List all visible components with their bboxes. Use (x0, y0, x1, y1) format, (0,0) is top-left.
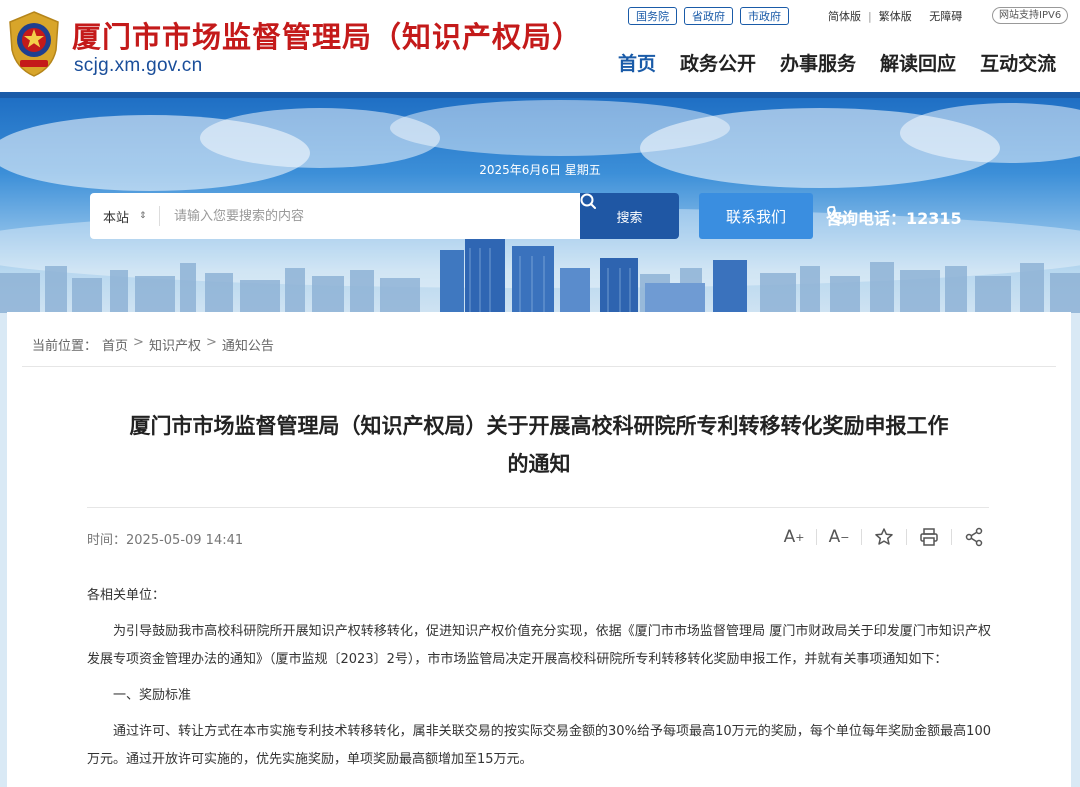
separator (906, 529, 907, 545)
breadcrumb-ip[interactable]: 知识产权 (149, 335, 201, 354)
article-title: 厦门市市场监督管理局（知识产权局）关于开展高校科研院所专利转移转化奖励申报工作 … (77, 407, 1001, 483)
hotline-text: 咨询电话：12315 (826, 209, 962, 228)
section-heading: 一、奖励标准 (113, 688, 192, 703)
government-links: 国务院 省政府 市政府 (628, 7, 789, 25)
article-body: 各相关单位： 为引导鼓励我市高校科研院所开展知识产权转移转化，促进知识产权价值充… (87, 582, 991, 782)
breadcrumb: 当前位置： 首页 > 知识产权 > 通知公告 (32, 335, 274, 354)
search-icon (580, 193, 596, 209)
simplified-link[interactable]: 简体版 (828, 8, 861, 24)
accessibility-link[interactable]: 无障碍 (929, 8, 962, 24)
search-button[interactable]: 搜索 (580, 193, 679, 239)
star-icon[interactable] (871, 525, 897, 549)
toplink-state-council[interactable]: 国务院 (628, 7, 677, 25)
publish-time: 时间：2025-05-09 14:41 (87, 533, 244, 548)
separator (951, 529, 952, 545)
ipv6-badge: 网站支持IPV6 (992, 7, 1069, 24)
language-links: 简体版 | 繁体版 无障碍 (828, 8, 962, 24)
hotline: 咨询电话：12315 (826, 205, 962, 229)
toplink-province[interactable]: 省政府 (684, 7, 733, 25)
article-paragraph: 通过许可、转让方式在本市实施专利技术转移转化，属非关联交易的按实际交易金额的30… (87, 724, 991, 767)
toplink-city[interactable]: 市政府 (740, 7, 789, 25)
font-increase-icon[interactable]: A + (781, 525, 807, 549)
salutation: 各相关单位： (87, 588, 166, 603)
breadcrumb-notices[interactable]: 通知公告 (222, 335, 274, 354)
breadcrumb-home[interactable]: 首页 (102, 335, 128, 354)
breadcrumb-separator: > (205, 335, 217, 350)
search-input[interactable] (174, 196, 564, 236)
nav-home[interactable]: 首页 (618, 49, 656, 76)
breadcrumb-label: 当前位置： (32, 339, 98, 354)
article-paragraph: 为引导鼓励我市高校科研院所开展知识产权转移转化，促进知识产权价值充分实现，依据《… (87, 624, 991, 667)
police-emblem-logo[interactable] (6, 10, 62, 78)
print-icon[interactable] (916, 525, 942, 549)
site-title[interactable]: 厦门市市场监督管理局（知识产权局） (72, 14, 582, 56)
updown-arrows-icon: ⇕ (139, 210, 147, 221)
site-domain: scjg.xm.gov.cn (74, 55, 203, 76)
hero-banner: 2025年6月6日 星期五 本站 ⇕ 搜索 联系我们 咨询电话：12315 (0, 98, 1080, 313)
breadcrumb-separator: > (133, 335, 144, 350)
separator (816, 529, 817, 545)
separator: | (868, 9, 872, 23)
article-tools: A + A − (781, 525, 987, 549)
current-date: 2025年6月6日 星期五 (479, 163, 601, 177)
nav-interpretation[interactable]: 解读回应 (880, 49, 956, 76)
search-scope-value: 本站 (103, 210, 130, 226)
divider (22, 366, 1056, 367)
article-title-line1: 厦门市市场监督管理局（知识产权局）关于开展高校科研院所专利转移转化奖励申报工作 (129, 414, 949, 438)
site-header: 厦门市市场监督管理局（知识产权局） scjg.xm.gov.cn 国务院 省政府… (0, 0, 1080, 92)
search-button-label: 搜索 (616, 210, 643, 226)
article-title-line2: 的通知 (507, 452, 571, 476)
separator (919, 10, 923, 23)
search-box: 本站 ⇕ (90, 193, 580, 239)
font-decrease-icon[interactable]: A − (826, 525, 852, 549)
share-icon[interactable] (961, 525, 987, 549)
nav-interaction[interactable]: 互动交流 (980, 49, 1056, 76)
main-nav: 首页 政务公开 办事服务 解读回应 互动交流 (618, 49, 1056, 76)
separator (861, 529, 862, 545)
article-card: 当前位置： 首页 > 知识产权 > 通知公告 厦门市市场监督管理局（知识产权局）… (7, 312, 1071, 787)
phone-icon (827, 206, 845, 224)
nav-government-affairs[interactable]: 政务公开 (680, 49, 756, 76)
search-scope-select[interactable]: 本站 ⇕ (90, 206, 160, 226)
nav-services[interactable]: 办事服务 (780, 49, 856, 76)
contact-us-button[interactable]: 联系我们 (699, 193, 813, 239)
divider (87, 507, 989, 508)
traditional-link[interactable]: 繁体版 (879, 8, 912, 24)
